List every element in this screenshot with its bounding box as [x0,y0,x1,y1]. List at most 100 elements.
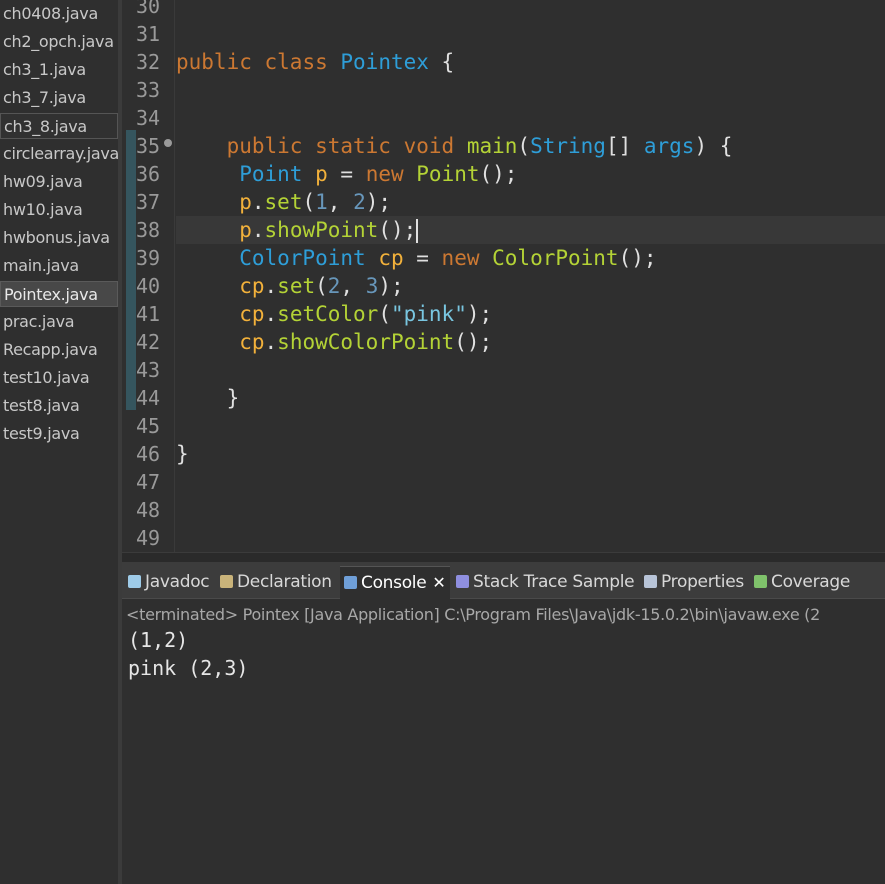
line-number: 35 [136,134,161,158]
javadoc-icon [128,575,141,588]
close-icon[interactable]: ✕ [432,573,445,592]
code-line[interactable] [176,524,885,552]
file-item[interactable]: test10.java [0,365,118,391]
file-item[interactable]: main.java [0,253,118,279]
tab-label: Stack Trace Sample [473,572,635,592]
code-token: = [327,162,366,186]
code-line[interactable] [176,76,885,104]
code-line[interactable]: Point p = new Point(); [176,160,885,188]
stack-trace-icon [456,575,469,588]
code-token: , [340,274,366,298]
code-line[interactable]: cp.showColorPoint(); [176,328,885,356]
code-token: . [251,218,265,242]
file-item[interactable]: hw09.java [0,169,118,195]
tab-coverage[interactable]: Coverage [754,568,850,596]
file-item[interactable]: ch3_8.java [0,113,118,139]
code-token: ( [315,274,328,298]
code-token: "pink" [390,302,467,326]
file-item[interactable]: Pointex.java [0,281,118,307]
line-number: 37 [136,190,161,214]
code-token: showColorPoint [277,330,455,354]
code-token: . [264,330,278,354]
code-token: } [176,442,189,466]
line-number: 42 [136,330,161,354]
code-token: cp [239,302,265,326]
code-token: (); [479,162,518,186]
code-token: (); [618,246,657,270]
code-line[interactable] [176,496,885,524]
code-token: showPoint [264,218,379,242]
file-item[interactable]: prac.java [0,309,118,335]
code-token: (); [454,330,493,354]
code-token: new [441,246,480,270]
code-token: static [315,134,391,158]
code-token: cp [239,330,265,354]
code-line[interactable] [176,104,885,132]
code-line[interactable]: cp.setColor("pink"); [176,300,885,328]
tab-javadoc[interactable]: Javadoc [128,568,210,596]
tab-properties[interactable]: Properties [644,568,744,596]
file-item[interactable]: ch2_opch.java [0,29,118,55]
code-line[interactable]: ColorPoint cp = new ColorPoint(); [176,244,885,272]
console-output-line: pink (2,3) [128,656,249,680]
line-number: 46 [136,442,161,466]
code-line[interactable]: p.showPoint(); [176,216,885,244]
file-item[interactable]: test9.java [0,421,118,447]
code-token: set [264,190,303,214]
code-token: ColorPoint [239,246,366,270]
code-line[interactable] [176,20,885,48]
code-line[interactable]: cp.set(2, 3); [176,272,885,300]
tab-label: Properties [661,572,744,592]
tab-stack-trace-sample[interactable]: Stack Trace Sample [456,568,635,596]
line-number: 48 [136,498,161,522]
line-number: 31 [136,22,161,46]
code-line[interactable] [176,0,885,20]
file-item[interactable]: hw10.java [0,197,118,223]
code-line[interactable]: } [176,384,885,412]
tab-declaration[interactable]: Declaration [220,568,332,596]
file-item[interactable]: test8.java [0,393,118,419]
tab-console[interactable]: Console ✕ [340,566,450,599]
code-token: (); [378,218,417,242]
code-line[interactable]: public static void main(String[] args) { [176,132,885,160]
file-item[interactable]: circlearray.java [0,141,118,167]
file-item[interactable]: ch3_7.java [0,85,118,111]
code-token: set [277,274,316,298]
code-token: Point [416,162,480,186]
code-line[interactable]: public class Pointex { [176,48,885,76]
code-line[interactable]: p.set(1, 2); [176,188,885,216]
file-item[interactable]: Recapp.java [0,337,118,363]
text-caret [416,219,418,243]
code-token: Point [239,162,303,186]
file-item[interactable]: hwbonus.java [0,225,118,251]
line-number: 45 [136,414,161,438]
line-number: 49 [136,526,161,550]
code-line[interactable] [176,412,885,440]
code-editor[interactable]: 30 31 32 33 34 35 36 37 38 39 40 41 42 43 44 45 46 47 48 49… [122,0,885,552]
console-output-line: (1,2) [128,628,189,652]
line-number: 33 [136,78,161,102]
code-area[interactable]: public class Pointex { public static voi… [176,0,885,552]
code-line[interactable] [176,468,885,496]
code-line[interactable]: } [176,440,885,468]
properties-icon [644,575,657,588]
line-number: 40 [136,274,161,298]
code-token: ); [378,274,404,298]
file-item[interactable]: ch0408.java [0,1,118,27]
code-line[interactable] [176,356,885,384]
file-item[interactable]: ch3_1.java [0,57,118,83]
code-token: new [365,162,404,186]
